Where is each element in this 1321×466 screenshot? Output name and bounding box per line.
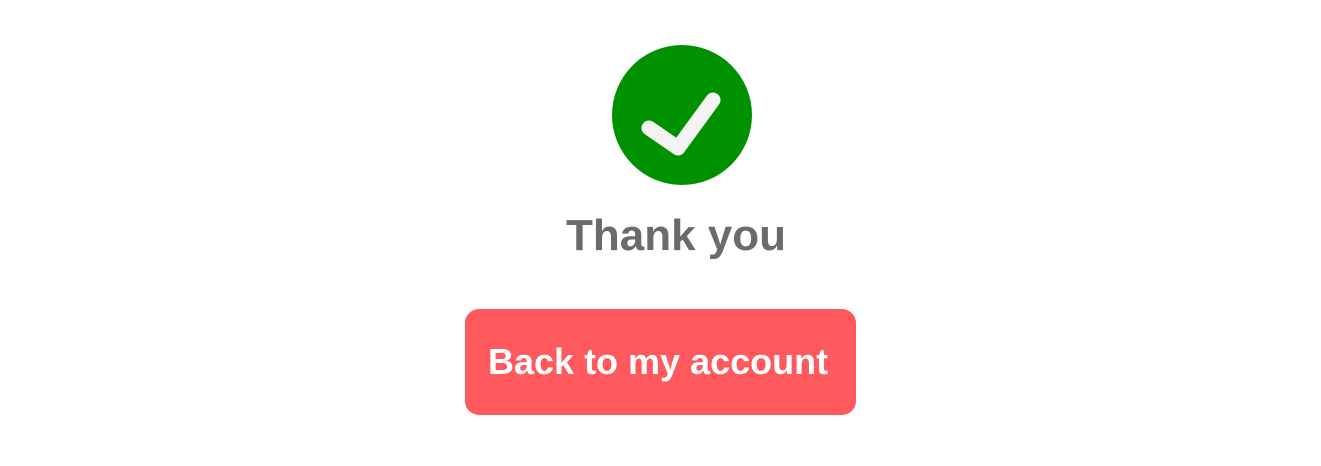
back-to-account-label: Back to my account [488, 341, 829, 382]
back-to-account-button[interactable]: Back to my account [465, 309, 856, 415]
checkmark-icon [641, 92, 721, 156]
check-circle-icon [612, 45, 752, 185]
page-title: Thank you [565, 211, 787, 260]
